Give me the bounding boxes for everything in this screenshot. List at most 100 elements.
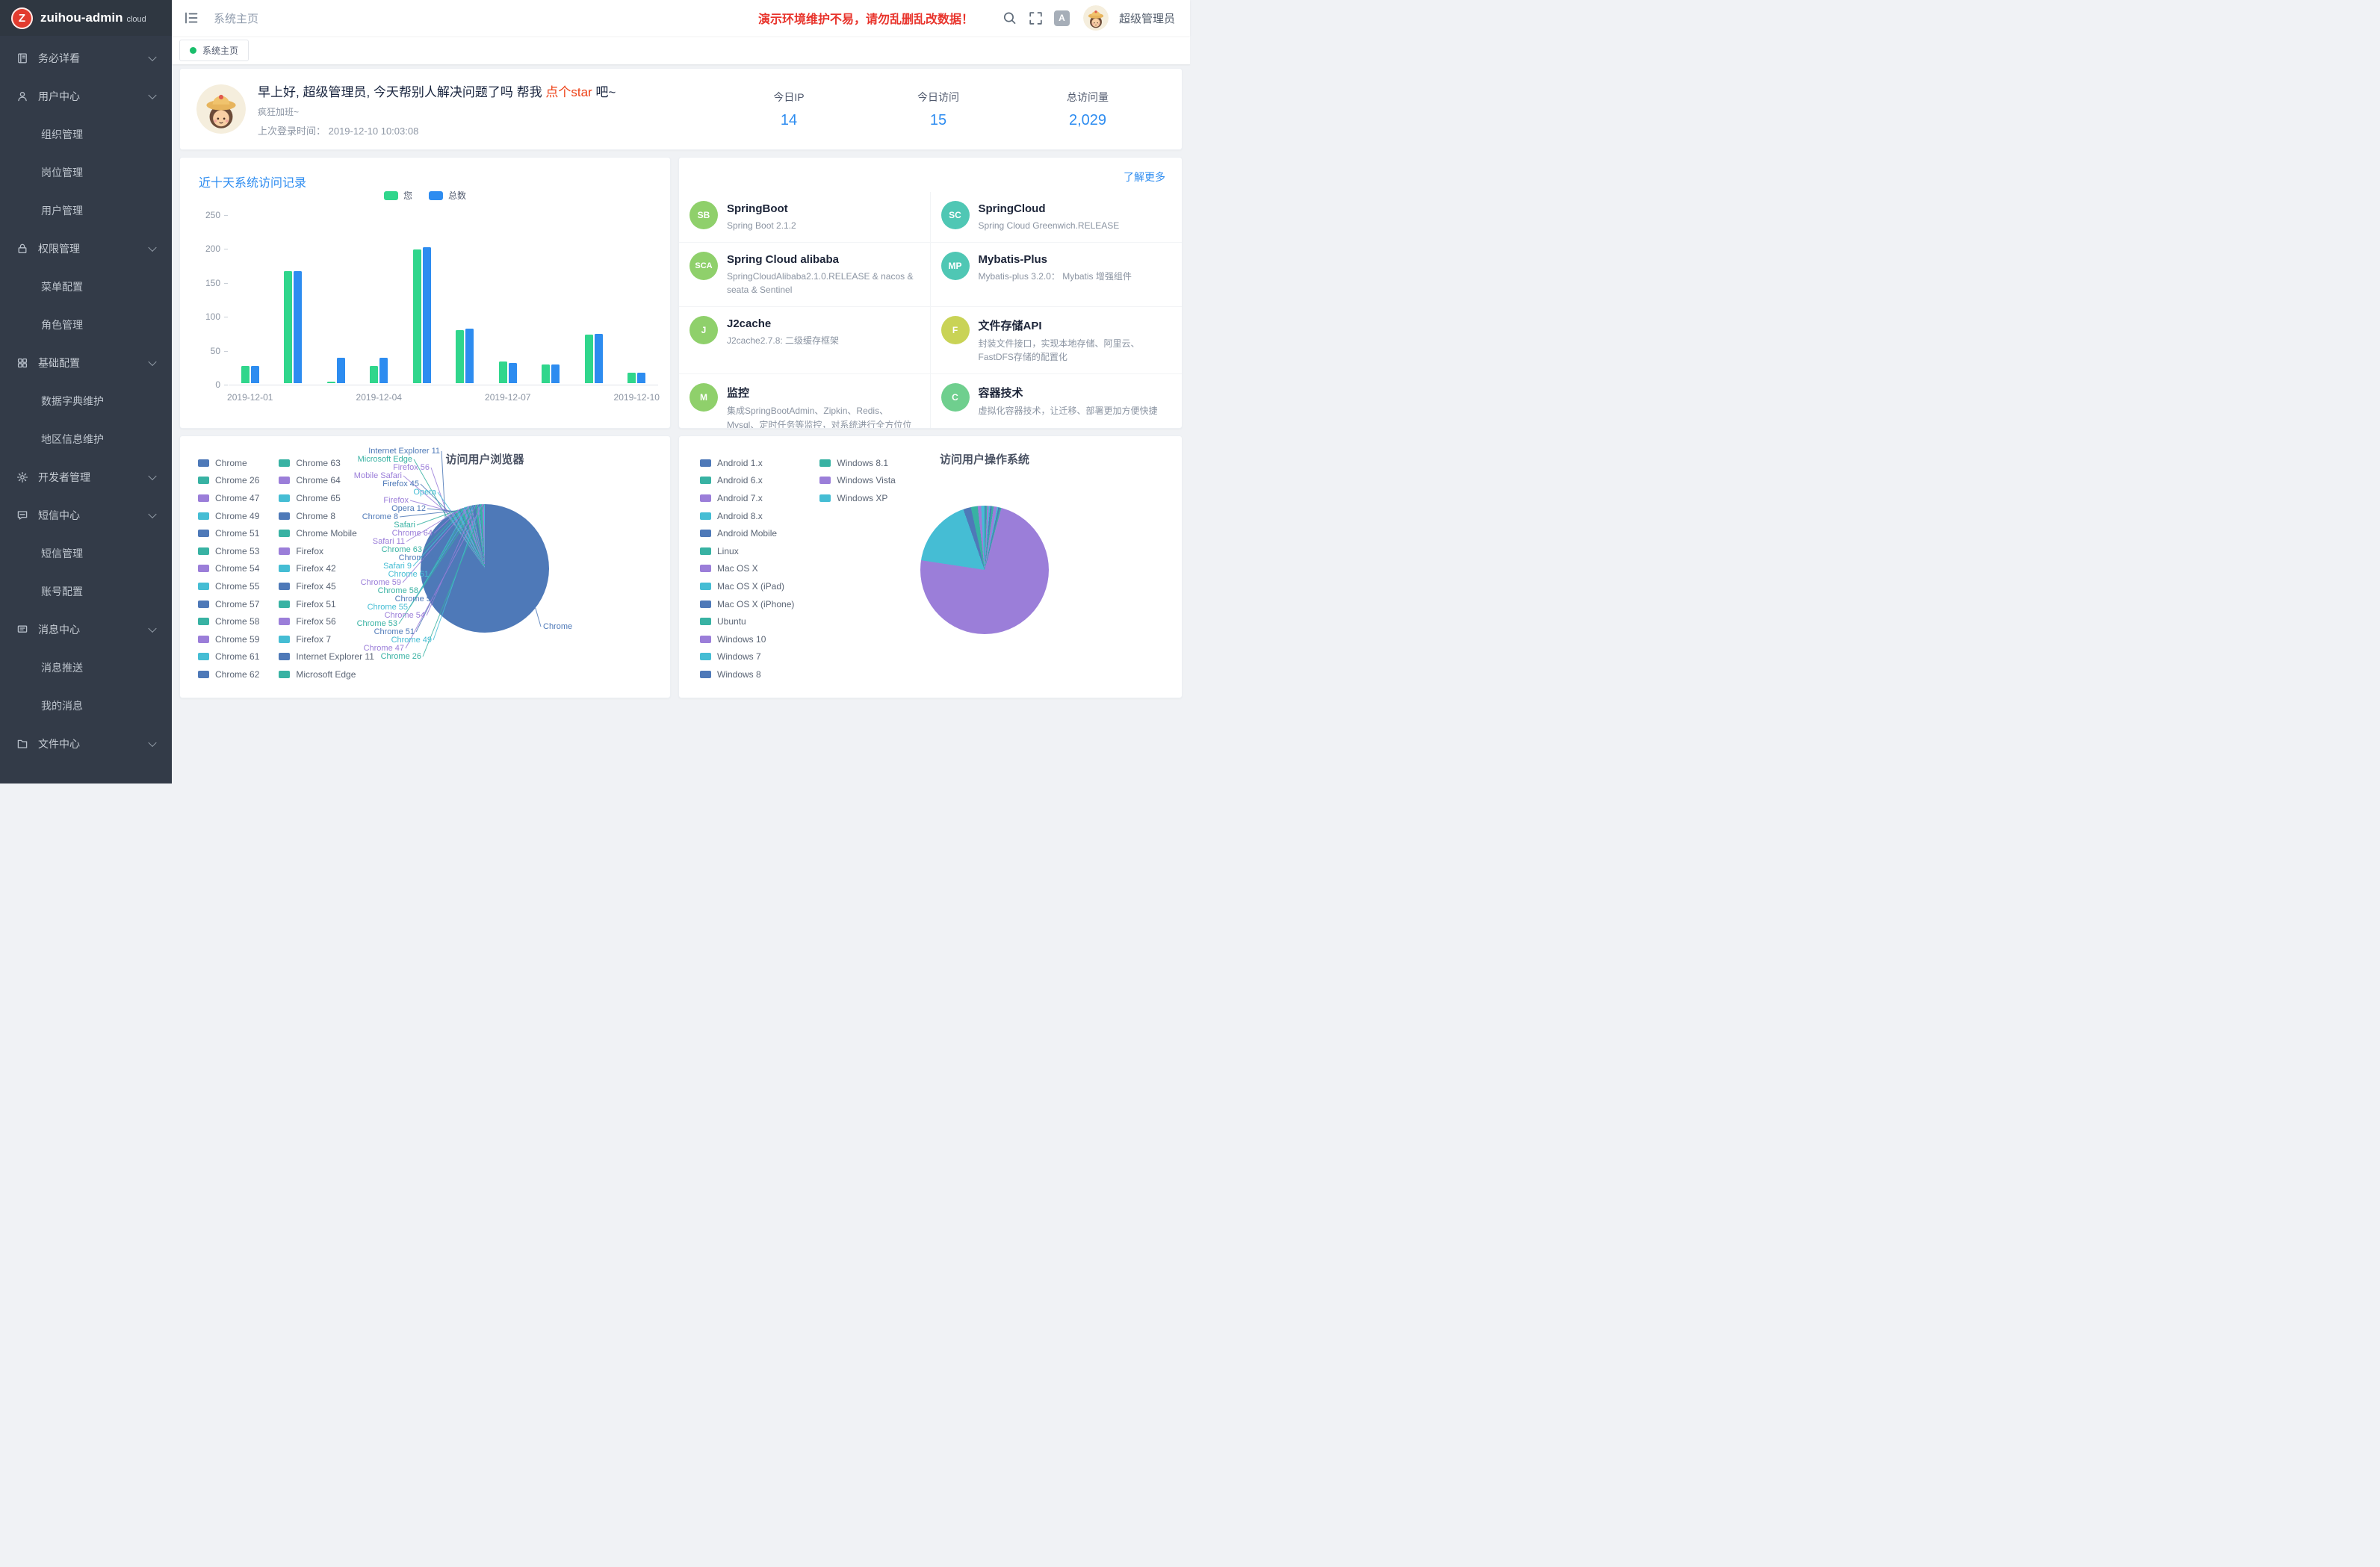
bar-group[interactable] [627, 373, 645, 383]
legend-item[interactable]: 总数 [429, 189, 466, 202]
legend-item[interactable]: 您 [384, 189, 412, 202]
legend-item[interactable]: Windows 8 [700, 669, 794, 680]
sidebar-item[interactable]: 消息中心 [0, 610, 172, 648]
sidebar-item[interactable]: 角色管理 [0, 305, 172, 344]
bar-group[interactable] [585, 334, 603, 383]
feature-badge: F [941, 316, 970, 344]
legend-item[interactable]: Ubuntu [700, 616, 794, 627]
sidebar-item[interactable]: 地区信息维护 [0, 420, 172, 458]
legend-swatch [198, 494, 209, 502]
sidebar-item[interactable]: 账号配置 [0, 572, 172, 610]
legend-item[interactable]: Windows 8.1 [819, 458, 895, 468]
legend-item[interactable]: Mac OS X (iPad) [700, 581, 794, 592]
font-size-icon[interactable]: A [1054, 10, 1070, 26]
legend-item[interactable]: Firefox 45 [279, 581, 374, 592]
app-logo[interactable]: Z zuihou-admincloud [0, 0, 172, 36]
sidebar-item[interactable]: 岗位管理 [0, 153, 172, 191]
legend-item[interactable]: Chrome 62 [198, 669, 259, 680]
legend-item[interactable]: Firefox [279, 546, 374, 556]
feature-body: 容器技术虚拟化容器技术，让迁移、部署更加方便快捷 [979, 383, 1158, 429]
learn-more-link[interactable]: 了解更多 [1124, 170, 1165, 184]
legend-item[interactable]: Chrome 61 [198, 651, 259, 662]
legend-item[interactable]: Chrome 54 [198, 563, 259, 574]
pie[interactable] [920, 506, 1049, 634]
sidebar-item[interactable]: 菜单配置 [0, 267, 172, 305]
legend-item[interactable]: Microsoft Edge [279, 669, 374, 680]
legend-item[interactable]: Android 6.x [700, 475, 794, 485]
legend-item[interactable]: Android 7.x [700, 493, 794, 503]
sidebar-item[interactable]: 数据字典维护 [0, 382, 172, 420]
avatar[interactable] [1083, 5, 1109, 31]
sidebar-item[interactable]: 我的消息 [0, 686, 172, 724]
sidebar-item[interactable]: 短信中心 [0, 496, 172, 534]
sidebar-item[interactable]: 用户中心 [0, 77, 172, 115]
legend-item[interactable]: Chrome 57 [198, 599, 259, 609]
sidebar-item-label: 消息推送 [41, 660, 83, 675]
legend-item[interactable]: Chrome 65 [279, 493, 374, 503]
legend-item[interactable]: Chrome 49 [198, 511, 259, 521]
legend-label: Chrome 65 [296, 493, 340, 503]
legend-item[interactable]: Firefox 42 [279, 563, 374, 574]
star-link[interactable]: 点个star [545, 85, 592, 99]
legend-item[interactable]: Internet Explorer 11 [279, 651, 374, 662]
legend-swatch [700, 636, 711, 643]
bar-总数 [294, 271, 302, 383]
legend-item[interactable]: Chrome 26 [198, 475, 259, 485]
sidebar-item[interactable]: 基础配置 [0, 344, 172, 382]
sidebar-item[interactable]: 短信管理 [0, 534, 172, 572]
stat-label: 总访问量 [1013, 90, 1162, 105]
legend-item[interactable]: Chrome [198, 458, 259, 468]
breadcrumb[interactable]: 系统主页 [214, 10, 258, 26]
legend-item[interactable]: Windows 10 [700, 634, 794, 645]
legend-item[interactable]: Chrome 47 [198, 493, 259, 503]
bar-group[interactable] [456, 329, 474, 383]
sidebar-item[interactable]: 文件中心 [0, 724, 172, 763]
legend-item[interactable]: Linux [700, 546, 794, 556]
legend-item[interactable]: Chrome 53 [198, 546, 259, 556]
legend-item[interactable]: Chrome 63 [279, 458, 374, 468]
legend-item[interactable]: Firefox 51 [279, 599, 374, 609]
legend-item[interactable]: Android 8.x [700, 511, 794, 521]
legend-item[interactable]: Mac OS X [700, 563, 794, 574]
legend-swatch [198, 512, 209, 520]
sidebar-collapse-icon[interactable] [184, 11, 199, 25]
legend-item[interactable]: Chrome Mobile [279, 528, 374, 539]
sidebar-item[interactable]: 务必详看 [0, 39, 172, 77]
sidebar-item[interactable]: 消息推送 [0, 648, 172, 686]
username[interactable]: 超级管理员 [1119, 10, 1175, 26]
legend-item[interactable]: Windows Vista [819, 475, 895, 485]
bar-group[interactable] [542, 364, 560, 383]
tab-home[interactable]: 系统主页 [179, 40, 249, 61]
legend-item[interactable]: Windows XP [819, 493, 895, 503]
legend-swatch [198, 636, 209, 643]
bar-group[interactable] [241, 366, 259, 383]
bar-group[interactable] [370, 358, 388, 384]
sidebar-item[interactable]: 组织管理 [0, 115, 172, 153]
bar-group[interactable] [284, 271, 302, 383]
pie[interactable] [421, 504, 549, 633]
sidebar-item[interactable]: 用户管理 [0, 191, 172, 229]
sidebar-item[interactable]: 开发者管理 [0, 458, 172, 496]
legend-item[interactable]: Chrome 64 [279, 475, 374, 485]
legend-item[interactable]: Android 1.x [700, 458, 794, 468]
legend-item[interactable]: Chrome 51 [198, 528, 259, 539]
legend-item[interactable]: Firefox 56 [279, 616, 374, 627]
bar-group[interactable] [327, 358, 345, 384]
legend-item[interactable]: Windows 7 [700, 651, 794, 662]
sidebar-item[interactable]: 权限管理 [0, 229, 172, 267]
legend-item[interactable]: Mac OS X (iPhone) [700, 599, 794, 609]
legend-item[interactable]: Chrome 55 [198, 581, 259, 592]
feature-item: SCSpringCloudSpring Cloud Greenwich.RELE… [931, 192, 1183, 243]
legend-item[interactable]: Chrome 59 [198, 634, 259, 645]
legend-item[interactable]: Chrome 58 [198, 616, 259, 627]
feature-badge: J [689, 316, 718, 344]
bar-group[interactable] [413, 247, 431, 383]
search-icon[interactable] [1002, 10, 1017, 26]
legend-label: 总数 [448, 189, 466, 202]
legend-item[interactable]: Android Mobile [700, 528, 794, 539]
fullscreen-icon[interactable] [1028, 10, 1044, 26]
legend-item[interactable]: Chrome 8 [279, 511, 374, 521]
bar-总数 [551, 364, 560, 383]
bar-group[interactable] [499, 362, 517, 383]
legend-item[interactable]: Firefox 7 [279, 634, 374, 645]
